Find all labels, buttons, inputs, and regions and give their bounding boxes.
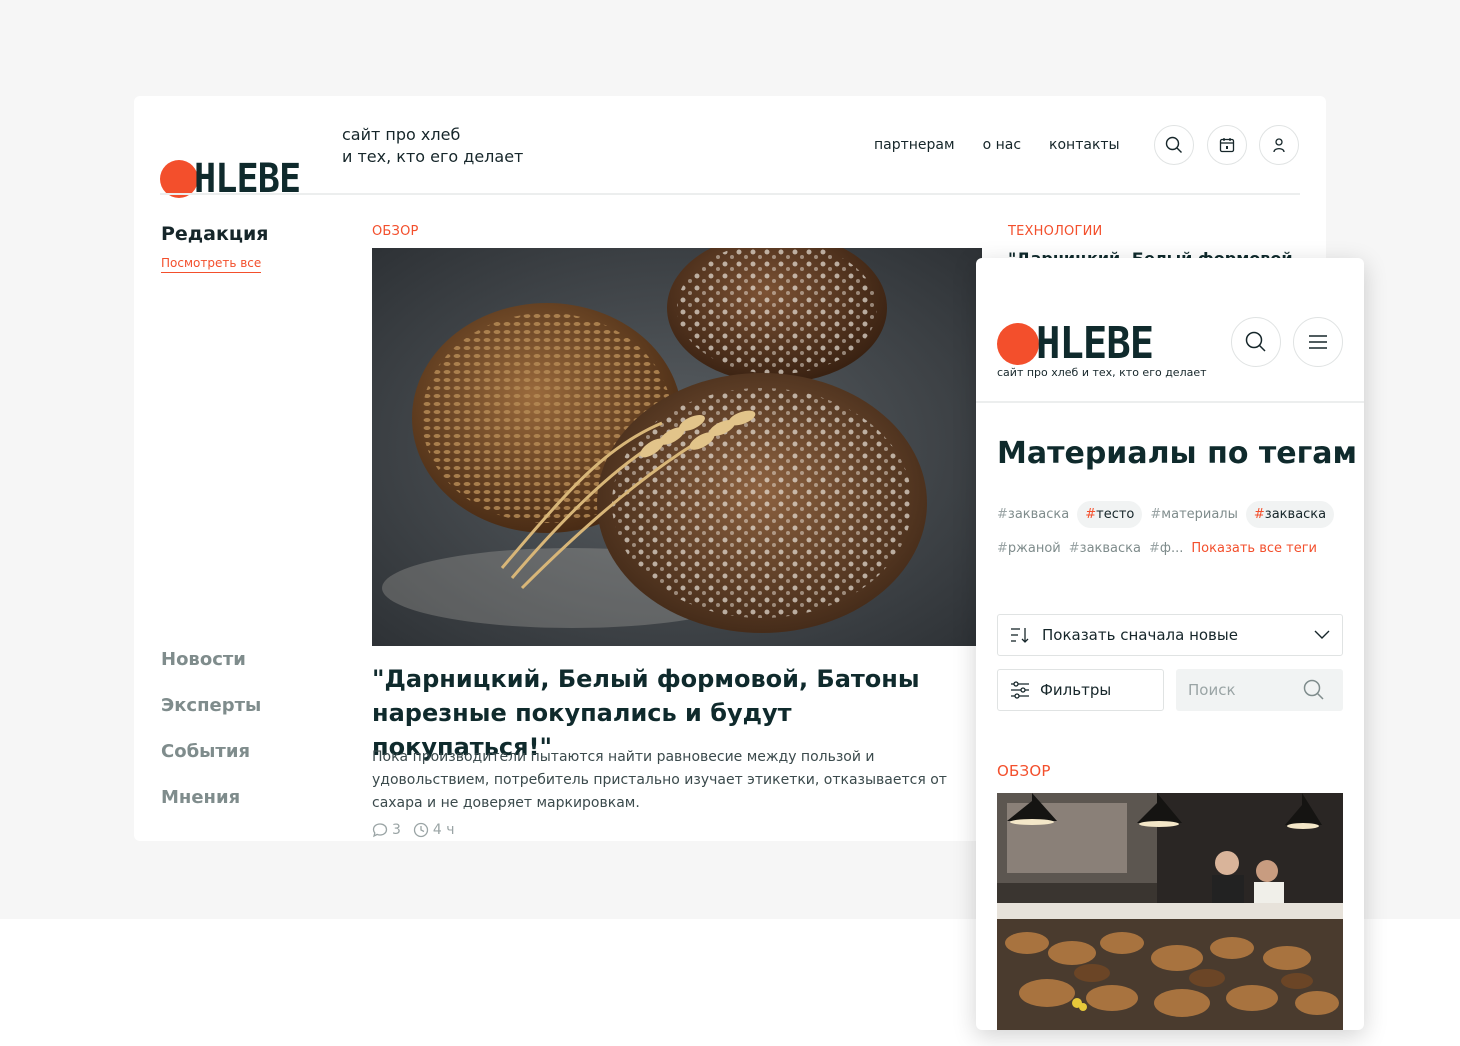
tagline-line-1: сайт про хлеб bbox=[342, 125, 461, 144]
chevron-down-icon bbox=[1314, 630, 1330, 639]
logo-text: HLEBE bbox=[194, 156, 301, 202]
hash-symbol: # bbox=[1150, 507, 1162, 522]
hamburger-menu-icon bbox=[1309, 335, 1327, 349]
search-icon bbox=[1245, 331, 1266, 352]
tag-chip[interactable]: #ржаной bbox=[997, 535, 1061, 562]
section-nav: Новости Эксперты События Мнения bbox=[161, 649, 261, 833]
search-icon[interactable] bbox=[1303, 679, 1325, 701]
comments-count[interactable]: 3 bbox=[372, 822, 401, 838]
nav-partners[interactable]: партнерам bbox=[874, 137, 955, 153]
article-hero-image[interactable] bbox=[372, 248, 982, 646]
hash-symbol: # bbox=[1085, 507, 1097, 522]
search-button[interactable] bbox=[1154, 125, 1194, 165]
bakery-photo bbox=[997, 793, 1343, 1030]
hash-symbol: # bbox=[1253, 507, 1265, 522]
site-tagline: сайт про хлеб и тех, кто его делает bbox=[342, 124, 523, 168]
article-category[interactable]: ОБЗОР bbox=[372, 224, 419, 239]
filters-button[interactable]: Фильтры bbox=[997, 669, 1164, 711]
side-article-category[interactable]: ТЕХНОЛОГИИ bbox=[1008, 224, 1102, 239]
tag-chip-active[interactable]: #тесто bbox=[1077, 501, 1143, 528]
hash-symbol: # bbox=[997, 541, 1008, 556]
mobile-menu-button[interactable] bbox=[1293, 317, 1343, 367]
tag-label: ржаной bbox=[1007, 541, 1061, 556]
sort-label: Показать сначала новые bbox=[1042, 626, 1238, 644]
sort-icon bbox=[1011, 628, 1029, 643]
comment-icon bbox=[372, 823, 388, 838]
tag-chip[interactable]: #закваска bbox=[997, 501, 1069, 528]
mobile-header-divider bbox=[976, 401, 1364, 403]
bread-photo bbox=[372, 248, 982, 646]
section-experts[interactable]: Эксперты bbox=[161, 695, 261, 741]
tag-label: закваска bbox=[1264, 507, 1327, 522]
mobile-site-logo[interactable]: HLEBE bbox=[997, 318, 1163, 369]
calendar-button[interactable] bbox=[1207, 125, 1247, 165]
section-news[interactable]: Новости bbox=[161, 649, 261, 695]
top-nav: партнерам о нас контакты bbox=[874, 137, 1120, 153]
search-input[interactable] bbox=[1188, 681, 1303, 699]
read-time-value: 4 ч bbox=[432, 822, 455, 838]
tag-chip[interactable]: #материалы bbox=[1150, 501, 1238, 528]
filters-label: Фильтры bbox=[1040, 681, 1112, 699]
tag-row-2: #ржаной #закваска #ф... Показать все тег… bbox=[997, 535, 1347, 562]
read-time: 4 ч bbox=[413, 822, 455, 838]
header-divider bbox=[160, 193, 1300, 195]
account-button[interactable] bbox=[1259, 125, 1299, 165]
calendar-icon bbox=[1219, 138, 1235, 153]
tag-label: тесто bbox=[1096, 507, 1135, 522]
mobile-article-category[interactable]: ОБЗОР bbox=[997, 762, 1051, 780]
sidebar-title: Редакция bbox=[161, 223, 269, 245]
site-logo[interactable]: HLEBE bbox=[160, 156, 309, 202]
mobile-article-image[interactable] bbox=[997, 793, 1343, 1030]
tag-label: материалы bbox=[1161, 507, 1238, 522]
mobile-tagline: сайт про хлеб и тех, кто его делает bbox=[997, 366, 1207, 379]
hash-symbol: # bbox=[1148, 541, 1160, 556]
sliders-icon bbox=[1011, 681, 1029, 699]
search-icon bbox=[1165, 136, 1182, 153]
page-title: Материалы по тегам bbox=[997, 436, 1358, 471]
tagline-line-2: и тех, кто его делает bbox=[342, 147, 524, 166]
hash-symbol: # bbox=[997, 507, 1008, 522]
search-field[interactable] bbox=[1176, 669, 1343, 711]
show-all-tags-link[interactable]: Показать все теги bbox=[1191, 541, 1317, 556]
hash-symbol: # bbox=[1068, 541, 1080, 556]
tag-chip[interactable]: #ф... bbox=[1149, 535, 1183, 562]
tag-chip-active[interactable]: #закваска bbox=[1245, 501, 1335, 528]
tag-label: закваска bbox=[1079, 541, 1141, 556]
sort-select[interactable]: Показать сначала новые bbox=[997, 614, 1343, 656]
section-opinions[interactable]: Мнения bbox=[161, 787, 261, 833]
user-icon bbox=[1273, 138, 1285, 153]
tag-label: ф... bbox=[1159, 541, 1184, 556]
see-all-link[interactable]: Посмотреть все bbox=[161, 256, 262, 273]
tag-row-1: #закваска #тесто #материалы #закваска bbox=[997, 501, 1347, 528]
logo-text: HLEBE bbox=[1036, 318, 1154, 369]
logo-sun-icon bbox=[997, 322, 1039, 365]
tag-label: закваска bbox=[1007, 507, 1070, 522]
clock-icon bbox=[413, 822, 429, 838]
nav-about[interactable]: о нас bbox=[983, 137, 1021, 153]
comments-value: 3 bbox=[392, 822, 401, 838]
mobile-preview: HLEBE сайт про хлеб и тех, кто его делае… bbox=[976, 258, 1364, 1030]
tag-chip[interactable]: #закваска bbox=[1069, 535, 1141, 562]
article-lead: Пока производители пытаются найти равнов… bbox=[372, 749, 947, 811]
nav-contacts[interactable]: контакты bbox=[1049, 137, 1120, 153]
mobile-search-button[interactable] bbox=[1231, 317, 1281, 367]
article-meta: 3 4 ч bbox=[372, 822, 455, 838]
section-events[interactable]: События bbox=[161, 741, 261, 787]
